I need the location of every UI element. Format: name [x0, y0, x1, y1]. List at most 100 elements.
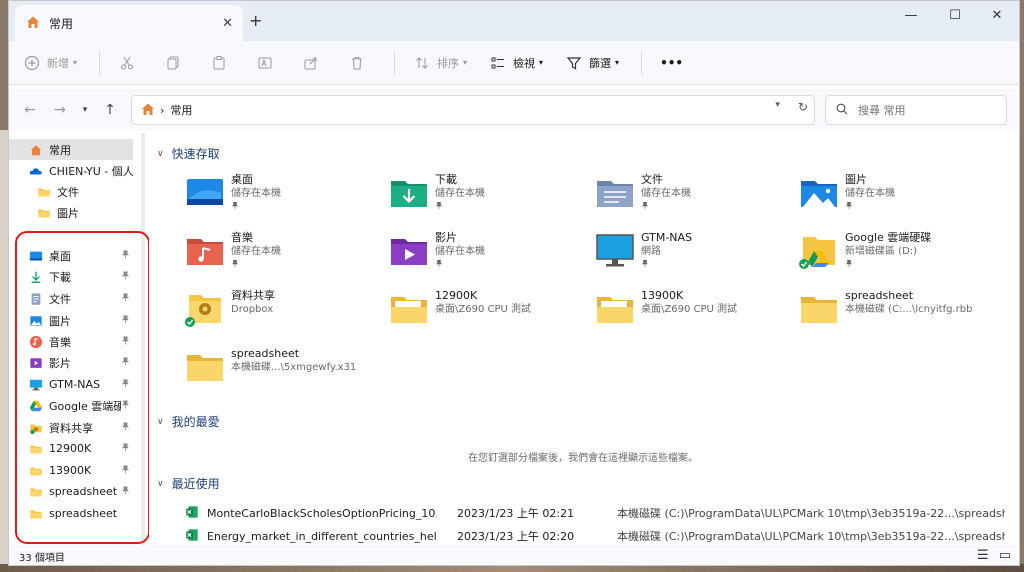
address-dropdown-chevron-icon[interactable]: ▾: [775, 100, 780, 114]
sidebar-item[interactable]: 常用: [9, 139, 133, 160]
favorites-title: 我的最愛: [171, 415, 220, 429]
sidebar-item[interactable]: 文件: [9, 181, 133, 202]
pin-icon: [231, 259, 281, 272]
quick-access-item[interactable]: GTM-NAS 網路: [595, 231, 795, 277]
quick-access-location: 桌面\Z690 CPU 測試: [641, 304, 737, 315]
folder-icon: [799, 289, 839, 329]
quick-access-header[interactable]: ∨ 快速存取: [157, 145, 220, 162]
quick-access-item[interactable]: Google 雲端硬碟 新增磁碟區 (D:): [799, 231, 999, 277]
trash-icon: [348, 54, 366, 72]
quick-access-item[interactable]: 資料共享 Dropbox: [185, 289, 385, 335]
quick-access-title: 快速存取: [171, 147, 220, 161]
recent-file-name: Energy_market_in_different_countries_hel…: [207, 529, 437, 543]
pin-icon: [641, 201, 691, 214]
quick-access-location: 儲存在本機: [435, 188, 485, 199]
quick-access-text: 影片 儲存在本機: [435, 231, 485, 277]
tiles-view-icon[interactable]: ▭: [999, 548, 1011, 563]
quick-access-name: 資料共享: [231, 289, 275, 302]
chevron-down-icon: ∨: [157, 416, 164, 427]
sidebar-item-label: CHIEN-YU - 個人: [49, 164, 133, 178]
quick-access-item[interactable]: 下載 儲存在本機: [389, 173, 589, 219]
quick-access-item[interactable]: spreadsheet 本機磁碟...\5xmgewfy.x31: [185, 347, 385, 393]
pictures-icon: [799, 173, 839, 213]
quick-access-text: spreadsheet 本機磁碟 (C:...\lcnyitfg.rbb: [845, 289, 972, 335]
quick-access-item[interactable]: 音樂 儲存在本機: [185, 231, 385, 277]
favorites-header[interactable]: ∨ 我的最愛: [157, 413, 220, 430]
rename-button[interactable]: [256, 54, 280, 72]
minimize-button[interactable]: —: [889, 5, 933, 27]
quick-access-location: 新增磁碟區 (D:): [845, 246, 918, 257]
breadcrumb-home[interactable]: 常用: [170, 102, 192, 118]
chevron-down-icon: ▾: [539, 58, 544, 67]
file-explorer-window: 常用 ✕ + — ☐ ✕ 新增 ▾ 排序 ▾ 檢視 ▾ 篩選 ▾ ••• ← →…: [8, 0, 1020, 566]
quick-access-item[interactable]: spreadsheet 本機磁碟 (C:...\lcnyitfg.rbb: [799, 289, 999, 335]
close-button[interactable]: ✕: [975, 5, 1019, 27]
quick-access-name: 文件: [641, 173, 663, 186]
quick-access-name: spreadsheet: [845, 289, 914, 302]
search-input[interactable]: [858, 103, 998, 117]
recent-header[interactable]: ∨ 最近使用: [157, 475, 220, 492]
quick-access-text: GTM-NAS 網路: [641, 231, 692, 277]
folder-files-icon: [595, 289, 635, 329]
quick-access-item[interactable]: 13900K 桌面\Z690 CPU 測試: [595, 289, 795, 335]
recent-file-row[interactable]: Energy_market_in_different_countries_hel…: [185, 525, 1005, 545]
quick-access-item[interactable]: 桌面 儲存在本機: [185, 173, 385, 219]
quick-access-text: 12900K 桌面\Z690 CPU 測試: [435, 289, 531, 335]
paste-button[interactable]: [210, 54, 234, 72]
quick-access-location: 本機磁碟 (C:...\lcnyitfg.rbb: [845, 304, 973, 315]
tab-home[interactable]: 常用 ✕: [15, 5, 243, 41]
copy-button[interactable]: [164, 54, 188, 72]
gdrive-icon: [799, 231, 839, 271]
delete-button[interactable]: [348, 54, 372, 72]
dropbox-icon: [185, 289, 225, 329]
quick-access-name: 13900K: [641, 289, 684, 302]
up-arrow-icon[interactable]: ↑: [95, 102, 125, 118]
quick-access-item[interactable]: 文件 儲存在本機: [595, 173, 795, 219]
quick-access-name: 影片: [435, 231, 457, 244]
address-bar[interactable]: › 常用 ▾ ↻: [131, 95, 815, 125]
view-button[interactable]: 檢視 ▾: [489, 54, 543, 72]
forward-arrow-icon[interactable]: →: [45, 102, 75, 118]
copy-icon: [164, 54, 182, 72]
content-pane: ∨ 快速存取 桌面 儲存在本機 下載 儲存在本機 文件 儲存在本機 圖片 儲存在本機 音樂 儲存在…: [149, 133, 1017, 545]
onedrive-icon: [29, 164, 43, 178]
quick-access-location: 網路: [641, 246, 661, 257]
scissors-icon: [118, 54, 136, 72]
details-view-icon[interactable]: ☰: [977, 548, 989, 563]
share-button[interactable]: [302, 54, 326, 72]
sidebar-item-label: 文件: [57, 185, 79, 199]
quick-access-text: 桌面 儲存在本機: [231, 173, 281, 219]
more-options-button[interactable]: •••: [660, 56, 683, 70]
quick-access-name: 音樂: [231, 231, 253, 244]
quick-access-text: 圖片 儲存在本機: [845, 173, 895, 219]
tab-close-icon[interactable]: ✕: [222, 16, 233, 31]
cut-button[interactable]: [118, 54, 142, 72]
toolbar-divider: [99, 50, 101, 75]
new-button[interactable]: 新增 ▾: [23, 54, 77, 72]
sort-button[interactable]: 排序 ▾: [413, 54, 467, 72]
quick-access-item[interactable]: 12900K 桌面\Z690 CPU 測試: [389, 289, 589, 335]
music-icon: [185, 231, 225, 271]
recent-file-row[interactable]: MonteCarloBlackScholesOptionPricing_10..…: [185, 502, 1005, 524]
recent-locations-chevron-icon[interactable]: ▾: [75, 105, 95, 115]
sidebar-item-label: 圖片: [57, 206, 79, 220]
back-arrow-icon[interactable]: ←: [15, 102, 45, 118]
maximize-button[interactable]: ☐: [933, 5, 977, 27]
quick-access-item[interactable]: 影片 儲存在本機: [389, 231, 589, 277]
desktop-icon: [185, 173, 225, 213]
search-icon: [836, 103, 848, 118]
sidebar-item[interactable]: 圖片: [9, 202, 133, 223]
pin-icon: [435, 259, 485, 272]
refresh-icon[interactable]: ↻: [798, 100, 808, 114]
filter-button[interactable]: 篩選 ▾: [565, 54, 619, 72]
chevron-down-icon: ∨: [157, 478, 164, 489]
quick-access-name: 下載: [435, 173, 457, 186]
quick-access-item[interactable]: 圖片 儲存在本機: [799, 173, 999, 219]
quick-access-text: 13900K 桌面\Z690 CPU 測試: [641, 289, 737, 335]
home-icon: [25, 14, 41, 33]
sidebar-item[interactable]: CHIEN-YU - 個人: [9, 160, 133, 181]
search-box[interactable]: [825, 95, 1007, 125]
new-tab-button[interactable]: +: [249, 11, 262, 30]
quick-access-name: 圖片: [845, 173, 867, 186]
recent-file-name: MonteCarloBlackScholesOptionPricing_10..…: [207, 506, 437, 520]
